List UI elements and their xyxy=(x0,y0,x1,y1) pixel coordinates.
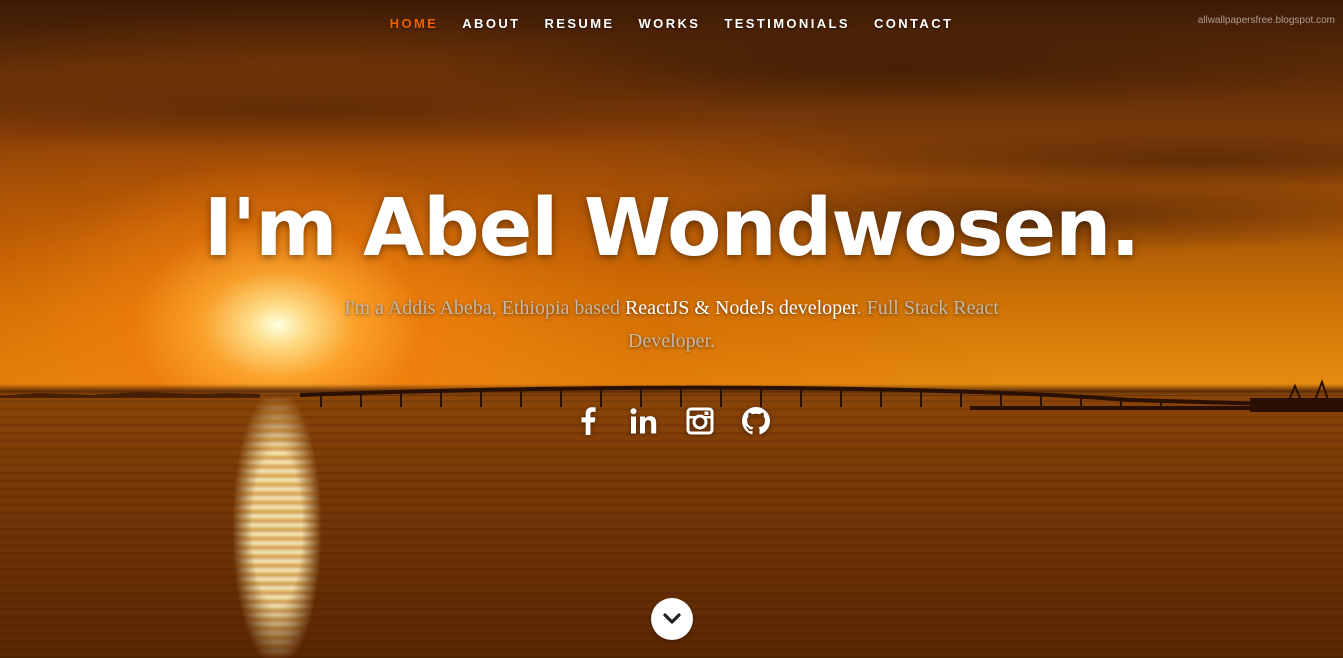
github-icon xyxy=(741,406,770,434)
facebook-icon xyxy=(581,406,596,435)
chevron-down-icon xyxy=(663,613,681,624)
facebook-link[interactable] xyxy=(573,404,602,437)
social-links xyxy=(0,404,1343,437)
nav-item-contact[interactable]: CONTACT xyxy=(862,16,965,31)
linkedin-link[interactable] xyxy=(629,404,658,437)
nav-item-works[interactable]: WORKS xyxy=(627,16,713,31)
nav-item-resume[interactable]: RESUME xyxy=(532,16,626,31)
linkedin-icon xyxy=(630,407,657,433)
scroll-down-button[interactable] xyxy=(651,598,693,640)
tagline-intro: I'm a Addis Abeba, Ethiopia based xyxy=(344,297,625,319)
nav-list: HOME ABOUT RESUME WORKS TESTIMONIALS CON… xyxy=(0,16,1343,31)
banner: I'm Abel Wondwosen. I'm a Addis Abeba, E… xyxy=(0,180,1343,358)
instagram-link[interactable] xyxy=(685,404,714,437)
main-nav: HOME ABOUT RESUME WORKS TESTIMONIALS CON… xyxy=(0,0,1343,48)
instagram-icon xyxy=(686,407,713,434)
sun-reflection xyxy=(232,398,322,658)
github-link[interactable] xyxy=(741,404,770,437)
nav-item-about[interactable]: ABOUT xyxy=(450,16,532,31)
tagline-highlight: ReactJS & NodeJs developer xyxy=(624,297,857,319)
nav-item-testimonials[interactable]: TESTIMONIALS xyxy=(712,16,862,31)
tagline: I'm a Addis Abeba, Ethiopia based ReactJ… xyxy=(312,292,1032,358)
nav-item-home[interactable]: HOME xyxy=(378,16,451,31)
headline: I'm Abel Wondwosen. xyxy=(203,182,1141,274)
